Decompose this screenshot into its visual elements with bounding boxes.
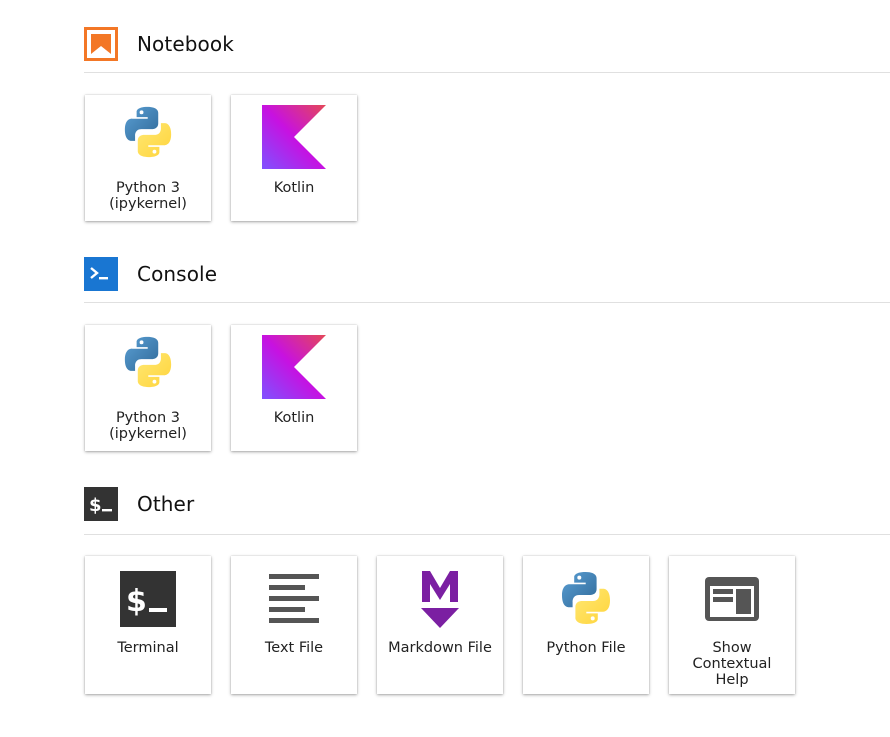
python-logo-icon <box>558 570 614 626</box>
card-label-line: Help <box>715 672 749 688</box>
launcher-card-notebook-python3[interactable]: Python 3 (ipykernel) <box>85 95 211 221</box>
other-launcher-cards: $ Terminal Text File Markdown File Pytho… <box>85 556 795 694</box>
card-label-line: Python File <box>546 640 626 656</box>
card-label-line: Terminal <box>117 640 179 656</box>
card-label-line: Python 3 <box>115 180 181 196</box>
text-file-icon <box>269 574 319 623</box>
card-label-line: (ipykernel) <box>109 426 187 442</box>
card-label: Text File <box>233 640 355 656</box>
notebook-launcher-cards: Python 3 (ipykernel) Kotlin <box>85 95 357 221</box>
other-section-header: $ Other <box>84 487 194 521</box>
console-launcher-cards: Python 3 (ipykernel) Kotlin <box>85 325 357 451</box>
notebook-section-header: Notebook <box>84 27 234 61</box>
card-label-line: Python 3 <box>115 410 181 426</box>
console-section-header: Console <box>84 257 217 291</box>
section-divider <box>84 302 890 303</box>
python-logo-icon <box>121 335 175 389</box>
section-divider <box>84 72 890 73</box>
launcher-card-contextual-help[interactable]: Show Contextual Help <box>669 556 795 694</box>
svg-text:$: $ <box>126 584 147 619</box>
section-divider <box>84 534 890 535</box>
card-label-line: Markdown File <box>388 640 492 656</box>
card-label-line: Kotlin <box>273 180 315 196</box>
terminal-icon: $ <box>84 487 118 521</box>
section-title-console: Console <box>137 262 218 286</box>
card-label-line: Text File <box>264 640 324 656</box>
card-label: Markdown File <box>379 640 501 656</box>
launcher-card-python-file[interactable]: Python File <box>523 556 649 694</box>
card-label-line: Show <box>712 640 752 656</box>
card-label: Kotlin <box>233 410 355 426</box>
launcher-card-terminal[interactable]: $ Terminal <box>85 556 211 694</box>
kotlin-logo-icon <box>262 105 326 169</box>
launcher-card-markdown-file[interactable]: Markdown File <box>377 556 503 694</box>
section-title-notebook: Notebook <box>137 32 234 56</box>
card-label-line: (ipykernel) <box>109 196 187 212</box>
terminal-icon: $ <box>120 571 176 627</box>
section-title-other: Other <box>137 492 195 516</box>
card-label: Show Contextual Help <box>671 640 793 688</box>
launcher-card-console-kotlin[interactable]: Kotlin <box>231 325 357 451</box>
launcher-card-console-python3[interactable]: Python 3 (ipykernel) <box>85 325 211 451</box>
card-label: Python 3 (ipykernel) <box>87 180 209 212</box>
card-label-line: Contextual <box>692 656 772 672</box>
contextual-help-icon <box>705 577 759 621</box>
console-icon <box>84 257 118 291</box>
notebook-icon <box>84 27 118 61</box>
svg-text:$: $ <box>89 495 102 516</box>
card-label: Kotlin <box>233 180 355 196</box>
markdown-icon <box>421 571 459 628</box>
card-label: Python File <box>525 640 647 656</box>
launcher-card-notebook-kotlin[interactable]: Kotlin <box>231 95 357 221</box>
kotlin-logo-icon <box>262 335 326 399</box>
card-label: Terminal <box>87 640 209 656</box>
card-label: Python 3 (ipykernel) <box>87 410 209 442</box>
launcher-card-text-file[interactable]: Text File <box>231 556 357 694</box>
card-label-line: Kotlin <box>273 410 315 426</box>
python-logo-icon <box>121 105 175 159</box>
